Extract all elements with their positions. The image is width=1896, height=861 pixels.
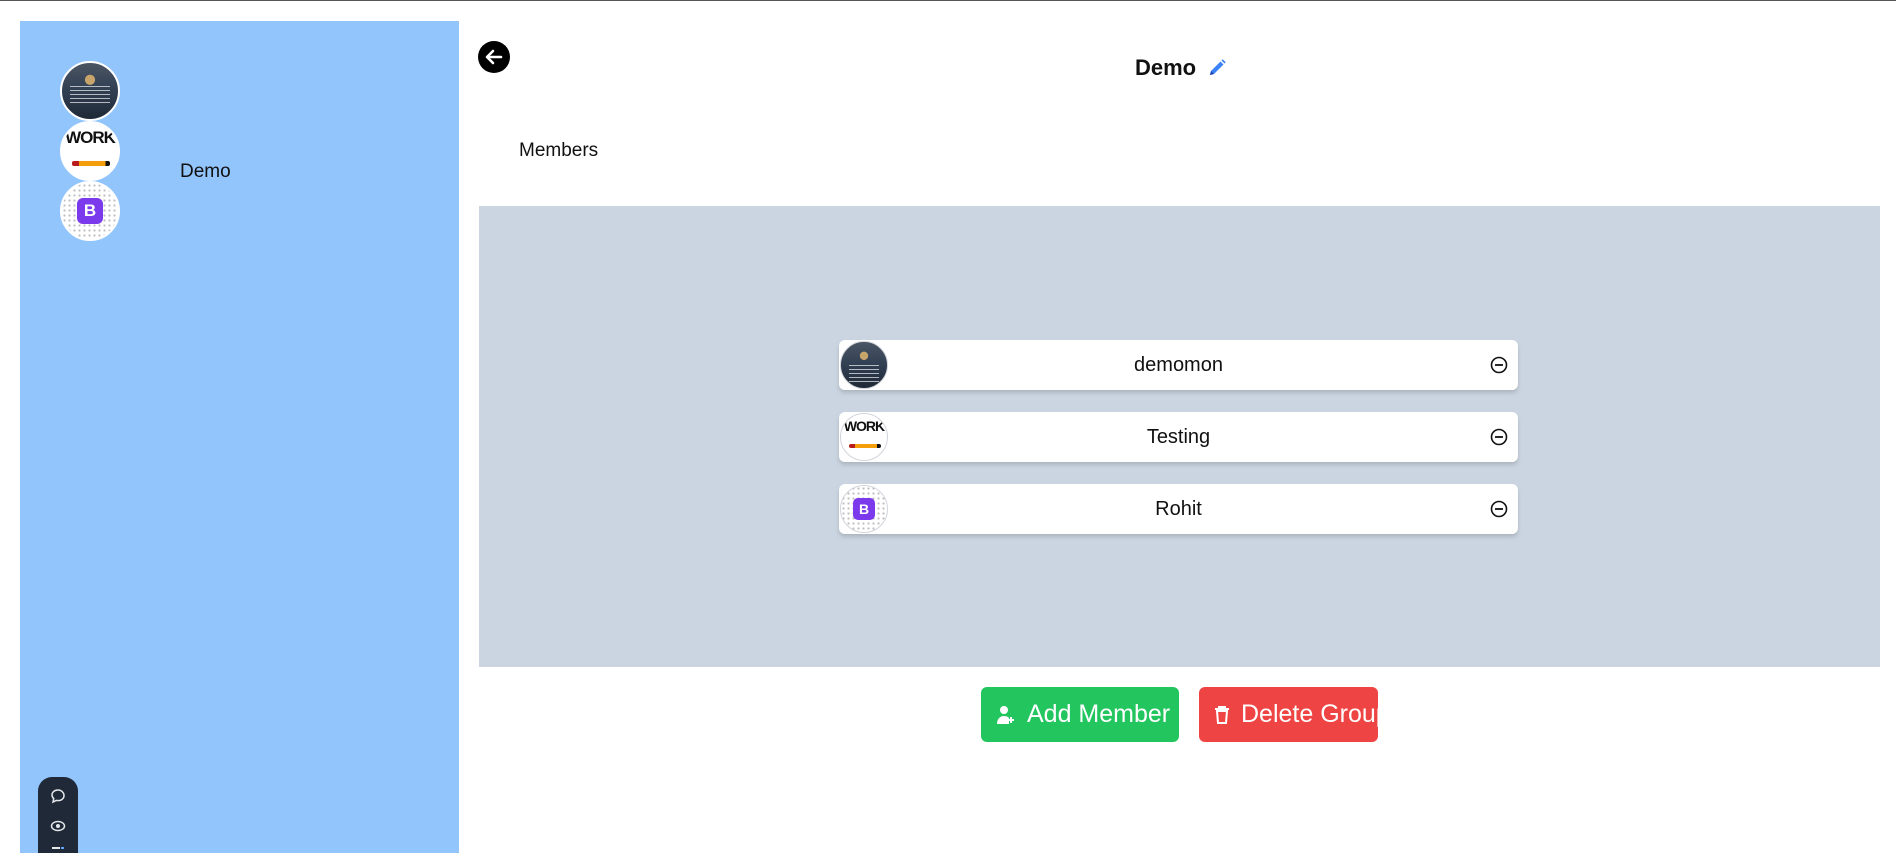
members-panel: demomon WORK Testing B Rohit [479,206,1880,667]
remove-member-icon[interactable] [1490,428,1508,446]
member-name: Testing [1146,426,1211,448]
eye-icon[interactable] [49,817,67,835]
bootstrap-logo: B [77,198,103,224]
page-title: Demo [1135,55,1197,80]
header: Demo [1135,55,1228,81]
group-avatar-code [60,61,120,121]
member-row: demomon [839,340,1518,390]
work-logo-text: WORK [843,418,885,434]
add-member-label: Add Member [1027,700,1171,728]
member-row: WORK Testing [839,412,1518,462]
add-member-button[interactable]: Add Member [981,687,1179,742]
sidebar: WORK B Demo [20,21,459,853]
back-button[interactable] [478,41,510,73]
sidebar-group-item-demo[interactable]: WORK B Demo [60,61,440,241]
work-logo-text: WORK [65,128,116,147]
group-avatar-bootstrap: B [60,181,120,241]
member-avatar-work: WORK [840,413,888,461]
trash-icon [1215,705,1229,724]
group-name: Demo [180,161,231,182]
menu-icon[interactable] [49,843,67,861]
member-avatar-bootstrap: B [840,485,888,533]
remove-member-icon[interactable] [1490,356,1508,374]
member-row: B Rohit [839,484,1518,534]
pencil-graphic [849,444,881,448]
delete-group-label: Delete Group [1241,700,1378,728]
chat-widget-dock [38,777,78,853]
remove-member-icon[interactable] [1490,500,1508,518]
member-avatar-code [840,341,888,389]
tab-members[interactable]: Members [519,140,598,162]
top-border [0,0,1896,1]
pencil-icon[interactable] [1206,57,1228,79]
member-name: demomon [1134,354,1223,376]
member-name: Rohit [1155,498,1202,520]
group-avatar-work: WORK [60,121,120,181]
arrow-left-icon [485,49,503,65]
bootstrap-logo: B [853,498,875,520]
pencil-graphic [72,161,110,166]
chat-icon[interactable] [49,787,67,805]
delete-group-button[interactable]: Delete Group [1199,687,1378,742]
add-user-icon [997,705,1014,724]
